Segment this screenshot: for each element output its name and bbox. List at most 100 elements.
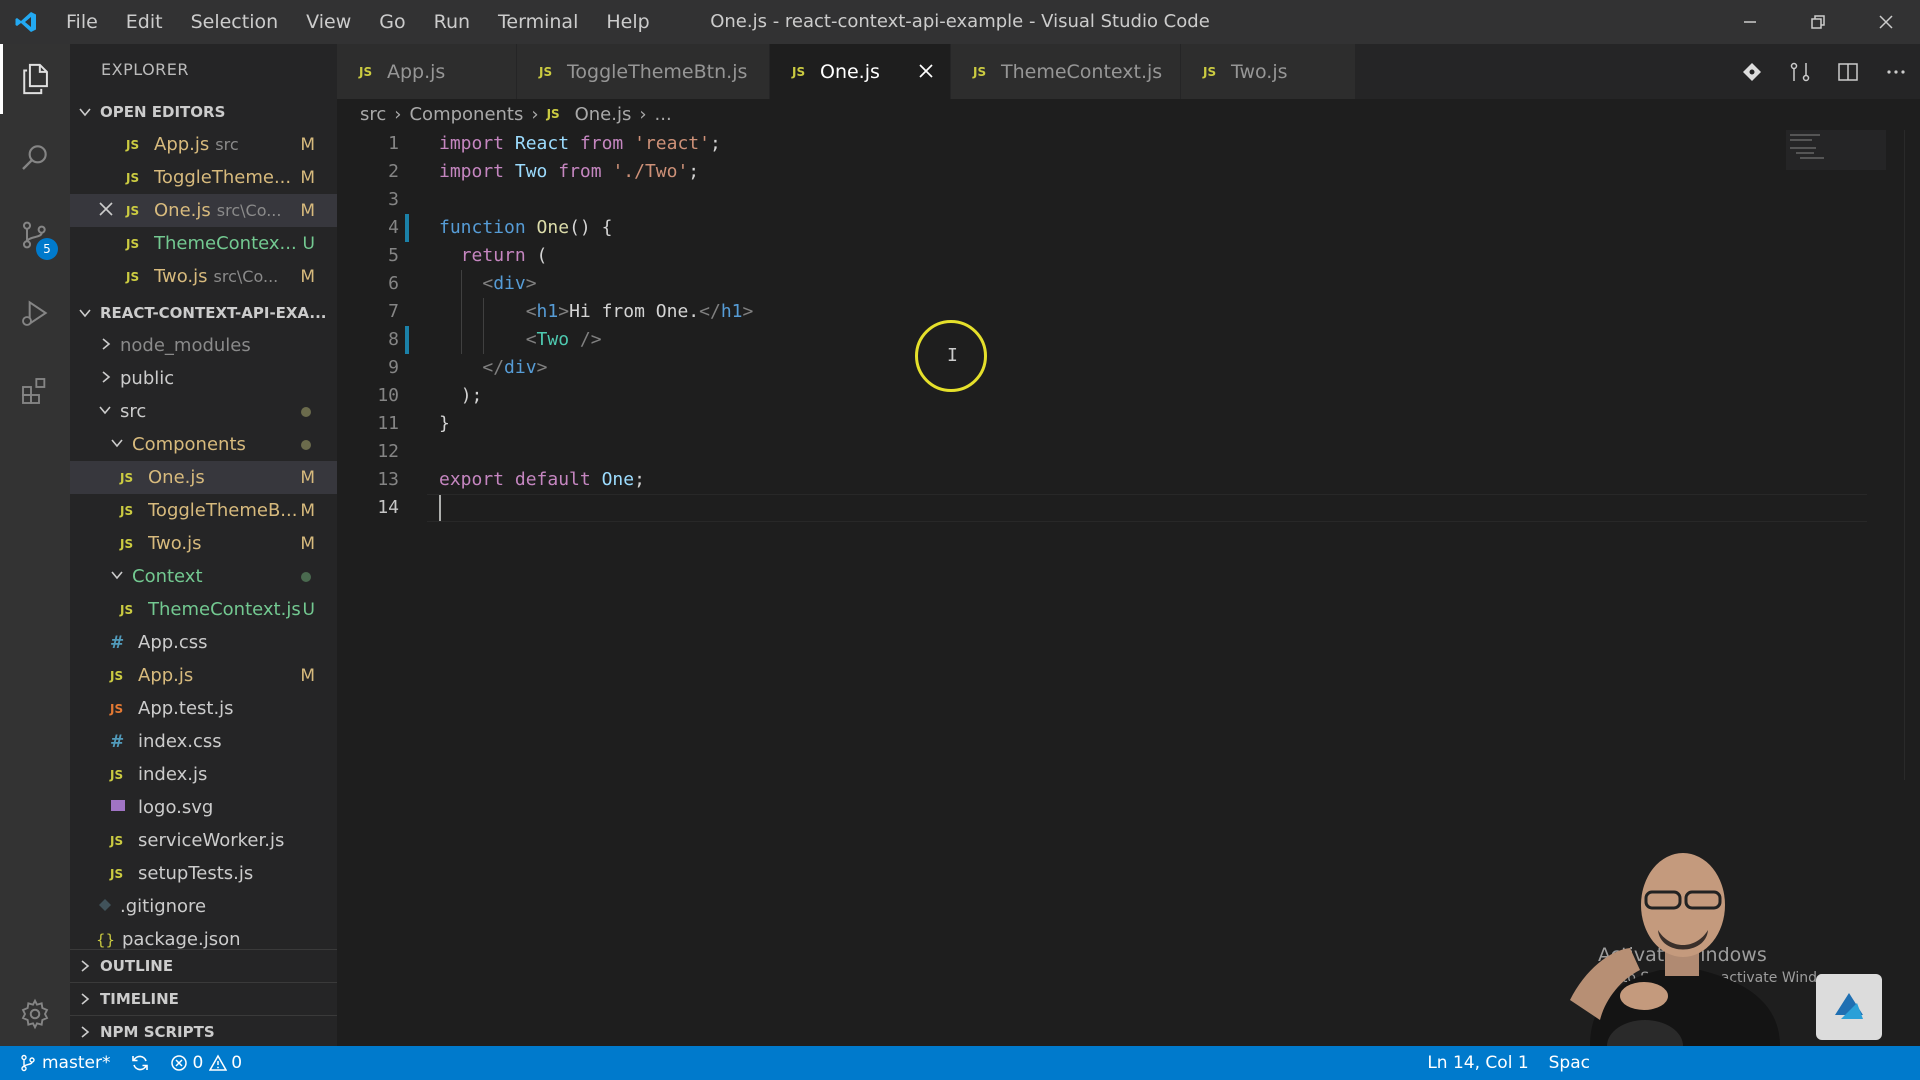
project-header[interactable]: REACT-CONTEXT-API-EXA... <box>70 297 337 329</box>
file-item[interactable]: JS ToggleThemeB... M <box>70 494 337 527</box>
menu-run[interactable]: Run <box>420 0 484 44</box>
close-icon[interactable] <box>98 201 114 222</box>
restore-button[interactable] <box>1784 0 1852 44</box>
token: Two <box>514 161 548 182</box>
breadcrumb-item[interactable]: One.js <box>575 104 632 125</box>
line-number: 1 <box>388 133 399 154</box>
menu-help[interactable]: Help <box>592 0 663 44</box>
folder-item[interactable]: public <box>70 362 337 395</box>
menu-bar: File Edit Selection View Go Run Terminal… <box>52 0 664 44</box>
menu-view[interactable]: View <box>292 0 365 44</box>
indentation-setting[interactable]: Spac <box>1539 1046 1920 1080</box>
js-file-icon: JS <box>126 170 140 185</box>
menu-edit[interactable]: Edit <box>112 0 177 44</box>
token: < <box>482 273 494 294</box>
close-window-button[interactable] <box>1852 0 1920 44</box>
cursor-position[interactable]: Ln 14, Col 1 <box>1417 1046 1538 1080</box>
js-file-icon: JS <box>126 269 140 284</box>
npm-scripts-header[interactable]: NPM SCRIPTS <box>70 1015 337 1048</box>
line-number: 8 <box>388 329 399 350</box>
git-status-badge: M <box>300 467 315 488</box>
error-icon <box>171 1055 188 1071</box>
file-item[interactable]: JS index.js <box>70 758 337 791</box>
minimize-button[interactable] <box>1716 0 1784 44</box>
file-item[interactable]: JS App.test.js <box>70 692 337 725</box>
explorer-icon[interactable] <box>0 44 70 114</box>
window-controls <box>1716 0 1920 44</box>
file-item[interactable]: JS setupTests.js <box>70 857 337 890</box>
git-compare-icon[interactable] <box>1728 44 1776 99</box>
menu-selection[interactable]: Selection <box>177 0 293 44</box>
more-actions-icon[interactable] <box>1872 44 1920 99</box>
file-item[interactable]: # index.css <box>70 725 337 758</box>
file-item[interactable]: JS App.js M <box>70 659 337 692</box>
run-debug-icon[interactable] <box>0 278 70 348</box>
search-icon[interactable] <box>0 122 70 192</box>
css-file-icon: # <box>110 731 125 752</box>
token: function <box>439 217 526 238</box>
outline-header[interactable]: OUTLINE <box>70 949 337 982</box>
open-changes-icon[interactable] <box>1776 44 1824 99</box>
open-editor-item[interactable]: JS ThemeContex... U <box>70 227 337 260</box>
tree-item-label: package.json <box>122 929 241 950</box>
folder-item[interactable]: src <box>70 395 337 428</box>
open-editors-header[interactable]: OPEN EDITORS <box>70 96 337 128</box>
close-tab-icon[interactable] <box>914 59 938 83</box>
gear-icon[interactable] <box>0 979 70 1049</box>
split-editor-icon[interactable] <box>1824 44 1872 99</box>
token: React <box>514 133 570 154</box>
vscode-logo-icon <box>0 0 52 44</box>
token: export <box>439 469 505 490</box>
breadcrumb-item[interactable]: Components <box>409 104 523 125</box>
file-item[interactable]: JS ThemeContext.js U <box>70 593 337 626</box>
tab-label: ThemeContext.js <box>1001 60 1163 83</box>
timeline-header[interactable]: TIMELINE <box>70 982 337 1015</box>
menu-go[interactable]: Go <box>365 0 419 44</box>
file-item[interactable]: logo.svg <box>70 791 337 824</box>
chevron-down-icon <box>98 401 120 422</box>
file-item-active[interactable]: JS One.js M <box>70 461 337 494</box>
git-status-badge: M <box>300 665 315 686</box>
chevron-right-icon <box>70 1025 100 1039</box>
webcam-overlay <box>1530 830 1830 1072</box>
file-item[interactable]: .gitignore <box>70 890 337 923</box>
file-item[interactable]: JS serviceWorker.js <box>70 824 337 857</box>
line-number: 10 <box>377 385 399 406</box>
file-item[interactable]: JS Two.js M <box>70 527 337 560</box>
git-status-badge: M <box>300 200 315 221</box>
minimap[interactable] <box>1786 130 1886 170</box>
folder-item[interactable]: node_modules <box>70 329 337 362</box>
open-editor-name: One.js <box>154 200 211 221</box>
file-item[interactable]: # App.css <box>70 626 337 659</box>
tree-item-label: Two.js <box>148 533 202 554</box>
editor-actions <box>1728 44 1920 99</box>
problems-indicator[interactable]: 0 0 <box>160 1046 252 1080</box>
menu-file[interactable]: File <box>52 0 112 44</box>
open-editor-item[interactable]: JS Two.js src\Co... M <box>70 260 337 293</box>
branch-indicator[interactable]: master* <box>0 1046 120 1080</box>
folder-item[interactable]: Context <box>70 560 337 593</box>
sync-icon[interactable] <box>120 1046 160 1080</box>
vertical-scrollbar[interactable] <box>1904 130 1920 780</box>
menu-terminal[interactable]: Terminal <box>484 0 592 44</box>
source-control-icon[interactable]: 5 <box>0 200 70 270</box>
tree-item-label: node_modules <box>120 335 251 356</box>
open-editor-name: App.js <box>154 134 210 155</box>
line-number: 5 <box>388 245 399 266</box>
breadcrumb-item[interactable]: ... <box>655 104 672 125</box>
open-editor-desc: src <box>215 135 239 154</box>
tab-one-js[interactable]: JS One.js <box>770 44 951 99</box>
open-editor-item[interactable]: JS ToggleTheme... M <box>70 161 337 194</box>
breadcrumb-item[interactable]: src <box>360 104 386 125</box>
tab-two-js[interactable]: JS Two.js <box>1181 44 1356 99</box>
tab-app-js[interactable]: JS App.js <box>337 44 517 99</box>
code-line: 11 } <box>337 410 1777 438</box>
code-line: 6 <div> <box>337 270 1777 298</box>
sidebar-title: EXPLORER <box>101 60 189 79</box>
folder-item[interactable]: Components <box>70 428 337 461</box>
tab-togglethemebtn-js[interactable]: JS ToggleThemeBtn.js <box>517 44 770 99</box>
tab-themecontext-js[interactable]: JS ThemeContext.js <box>951 44 1181 99</box>
open-editor-item-active[interactable]: JS One.js src\Co... M <box>70 194 337 227</box>
extensions-icon[interactable] <box>0 356 70 426</box>
open-editor-item[interactable]: JS App.js src M <box>70 128 337 161</box>
